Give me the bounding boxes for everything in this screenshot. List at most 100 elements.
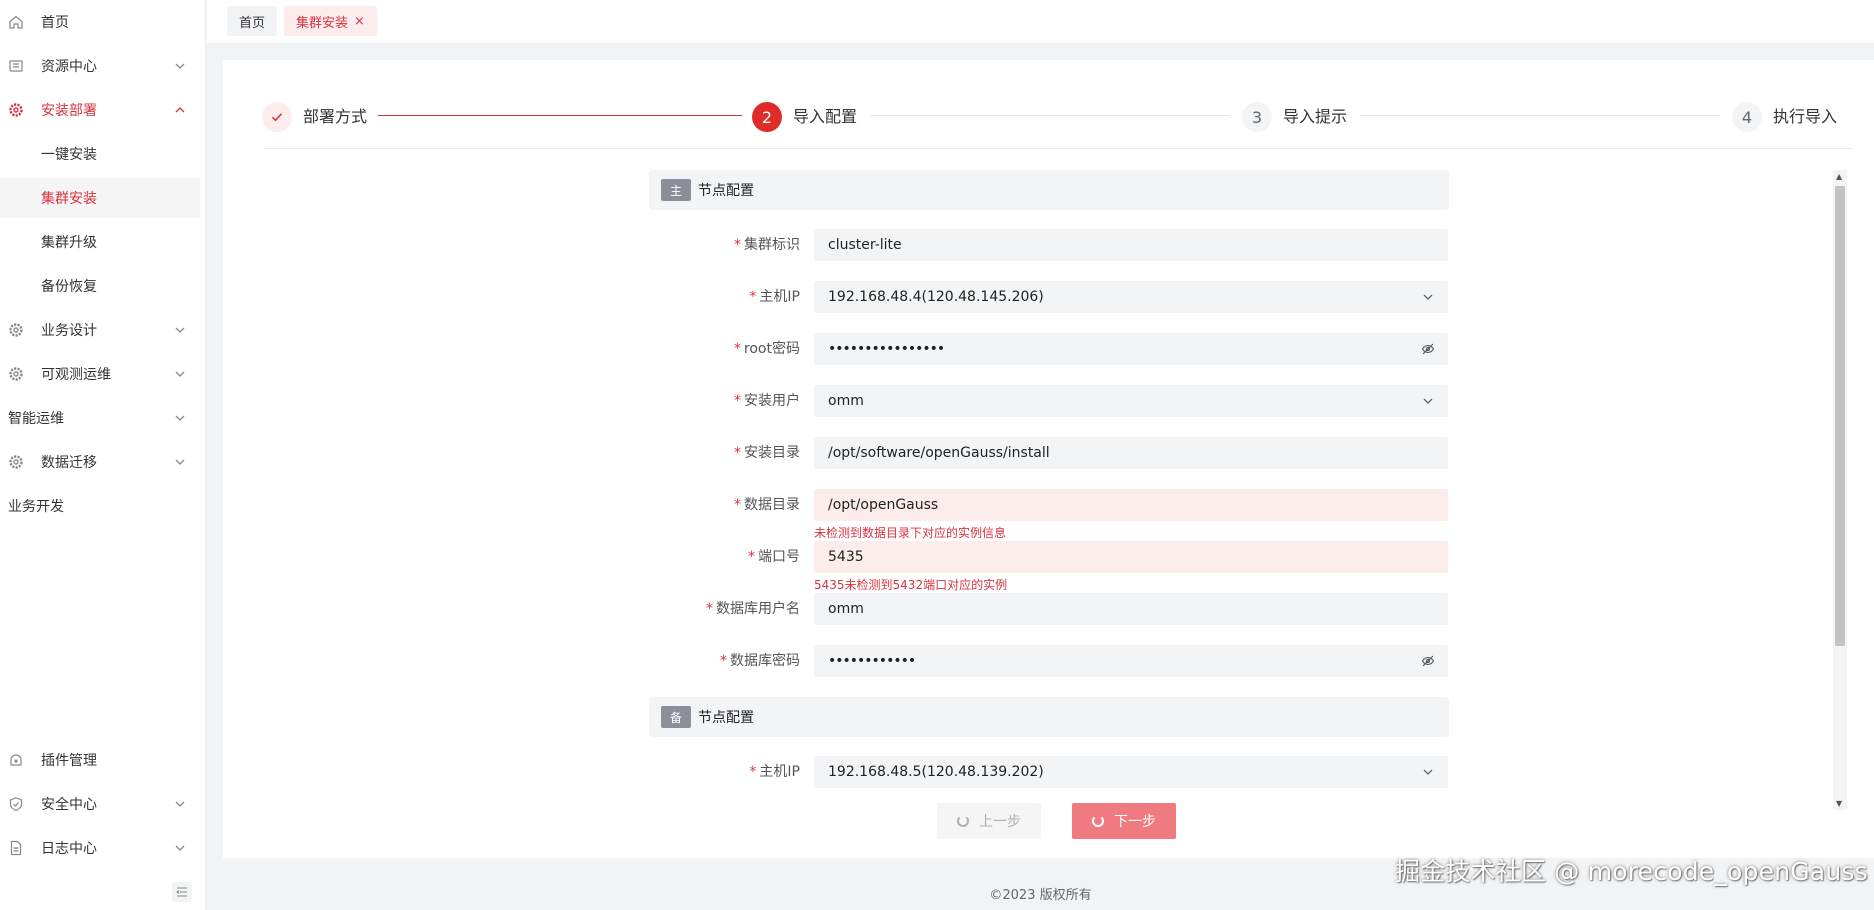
previous-step-button[interactable]: 上一步: [937, 803, 1041, 839]
chevron-down-icon: [175, 845, 185, 851]
standby-host-ip-label: * 主机IP: [749, 764, 800, 780]
master-badge: 主: [661, 179, 691, 201]
chevron-down-icon: [1420, 289, 1436, 305]
step-3-connector: [1360, 115, 1720, 116]
sidebar-item-resource-center[interactable]: 资源中心: [0, 46, 200, 86]
loading-icon: [1092, 815, 1104, 827]
sidebar-item-label: 可观测运维: [41, 367, 111, 383]
db-password-label: * 数据库密码: [720, 653, 800, 669]
tab-home[interactable]: 首页: [227, 6, 278, 36]
sidebar-item-label: 日志中心: [41, 841, 97, 857]
chevron-down-icon: [175, 801, 185, 807]
plugin-icon: [8, 752, 24, 768]
port-error: 5435未检测到5432端口对应的实例: [814, 578, 1008, 592]
sidebar-item-one-click-install[interactable]: 一键安装: [0, 134, 200, 174]
chevron-down-icon: [1420, 764, 1436, 780]
sidebar-item-label: 集群安装: [41, 191, 97, 207]
section-title: 节点配置: [698, 710, 754, 726]
step-1-connector: [378, 115, 742, 116]
sidebar-item-cluster-install[interactable]: 集群安装: [0, 178, 200, 218]
root-password-input[interactable]: ••••••••••••••••: [814, 333, 1448, 365]
data-dir-label: * 数据目录: [734, 497, 800, 513]
port-label: * 端口号: [748, 549, 800, 565]
loading-icon: [957, 815, 969, 827]
step-4-label: 执行导入: [1773, 107, 1838, 126]
sidebar-item-label: 资源中心: [41, 59, 97, 75]
db-password-input[interactable]: ••••••••••••: [814, 645, 1448, 677]
sidebar-item-label: 集群升级: [41, 235, 97, 251]
tab-bar: 首页 集群安装 ×: [207, 0, 1874, 44]
sidebar-item-label: 安装部署: [41, 103, 97, 119]
sidebar-item-label: 智能运维: [8, 411, 64, 427]
sidebar-item-log-center[interactable]: 日志中心: [0, 828, 200, 868]
next-step-button[interactable]: 下一步: [1072, 803, 1176, 839]
section-master-header: 主 节点配置: [649, 170, 1449, 210]
install-user-label: * 安装用户: [734, 393, 800, 409]
tab-cluster-install[interactable]: 集群安装 ×: [284, 6, 377, 36]
step-2-number: 2: [752, 102, 782, 132]
step-2-label: 导入配置: [793, 107, 858, 126]
standby-badge: 备: [661, 706, 691, 728]
sidebar-item-label: 业务设计: [41, 323, 97, 339]
sidebar: 首页 资源中心 安装部署 一键安装 集群安装 集群升级 备份恢复 业务设计 可观…: [0, 0, 206, 910]
step-1-done-icon: [262, 102, 292, 132]
chevron-down-icon: [1420, 393, 1436, 409]
host-ip-label: * 主机IP: [749, 289, 800, 305]
port-input[interactable]: 5435: [814, 541, 1448, 573]
log-icon: [8, 840, 24, 856]
sidebar-item-business-design[interactable]: 业务设计: [0, 310, 200, 350]
sidebar-item-home[interactable]: 首页: [0, 2, 200, 42]
vertical-scrollbar[interactable]: ▲ ▼: [1833, 170, 1847, 810]
chevron-down-icon: [175, 63, 185, 69]
collapse-menu-button[interactable]: [172, 882, 192, 902]
step-3-label: 导入提示: [1283, 107, 1348, 126]
gear-icon: [8, 102, 24, 118]
sidebar-item-label: 首页: [41, 15, 69, 31]
sidebar-item-intelligent-ops[interactable]: 智能运维: [0, 398, 200, 438]
button-label: 上一步: [979, 814, 1021, 830]
check-icon: [271, 113, 283, 122]
sidebar-item-cluster-upgrade[interactable]: 集群升级: [0, 222, 200, 262]
sidebar-item-backup-restore[interactable]: 备份恢复: [0, 266, 200, 306]
standby-host-ip-select[interactable]: 192.168.48.5(120.48.139.202): [814, 756, 1448, 788]
step-4-number: 4: [1732, 102, 1762, 132]
scroll-down-icon[interactable]: ▼: [1836, 799, 1842, 808]
eye-hidden-icon[interactable]: [1420, 341, 1436, 357]
collapse-icon: [176, 887, 187, 897]
button-label: 下一步: [1114, 814, 1156, 830]
sidebar-item-install-deploy[interactable]: 安装部署: [0, 90, 200, 130]
tab-label: 集群安装: [296, 15, 349, 31]
gear-icon: [8, 454, 24, 470]
sidebar-item-business-dev[interactable]: 业务开发: [0, 486, 200, 526]
sidebar-item-label: 备份恢复: [41, 279, 97, 295]
cluster-id-input[interactable]: cluster-lite: [814, 229, 1448, 261]
step-2-connector: [870, 115, 1230, 116]
step-3-number: 3: [1242, 102, 1272, 132]
scrollbar-thumb[interactable]: [1835, 186, 1845, 646]
sidebar-item-data-migration[interactable]: 数据迁移: [0, 442, 200, 482]
chevron-up-icon: [175, 107, 185, 113]
chevron-down-icon: [175, 459, 185, 465]
steps-divider: [263, 148, 1852, 149]
tab-label: 首页: [239, 15, 266, 31]
sidebar-item-plugin-management[interactable]: 插件管理: [0, 740, 200, 780]
install-dir-label: * 安装目录: [734, 445, 800, 461]
db-user-input[interactable]: omm: [814, 593, 1448, 625]
db-user-label: * 数据库用户名: [706, 601, 800, 617]
watermark: 掘金技术社区 @ morecode_openGauss: [1395, 857, 1868, 886]
sidebar-item-label: 插件管理: [41, 753, 97, 769]
install-user-select[interactable]: omm: [814, 385, 1448, 417]
cluster-id-label: * 集群标识: [734, 237, 800, 253]
data-dir-input[interactable]: /opt/openGauss: [814, 489, 1448, 521]
sidebar-item-observability[interactable]: 可观测运维: [0, 354, 200, 394]
section-title: 节点配置: [698, 183, 754, 199]
sidebar-item-label: 业务开发: [8, 499, 64, 515]
shield-icon: [8, 796, 24, 812]
close-icon[interactable]: ×: [354, 14, 365, 29]
host-ip-select[interactable]: 192.168.48.4(120.48.145.206): [814, 281, 1448, 313]
home-icon: [8, 14, 24, 30]
sidebar-item-security-center[interactable]: 安全中心: [0, 784, 200, 824]
scroll-up-icon[interactable]: ▲: [1836, 172, 1842, 181]
install-dir-input[interactable]: /opt/software/openGauss/install: [814, 437, 1448, 469]
eye-hidden-icon[interactable]: [1420, 653, 1436, 669]
